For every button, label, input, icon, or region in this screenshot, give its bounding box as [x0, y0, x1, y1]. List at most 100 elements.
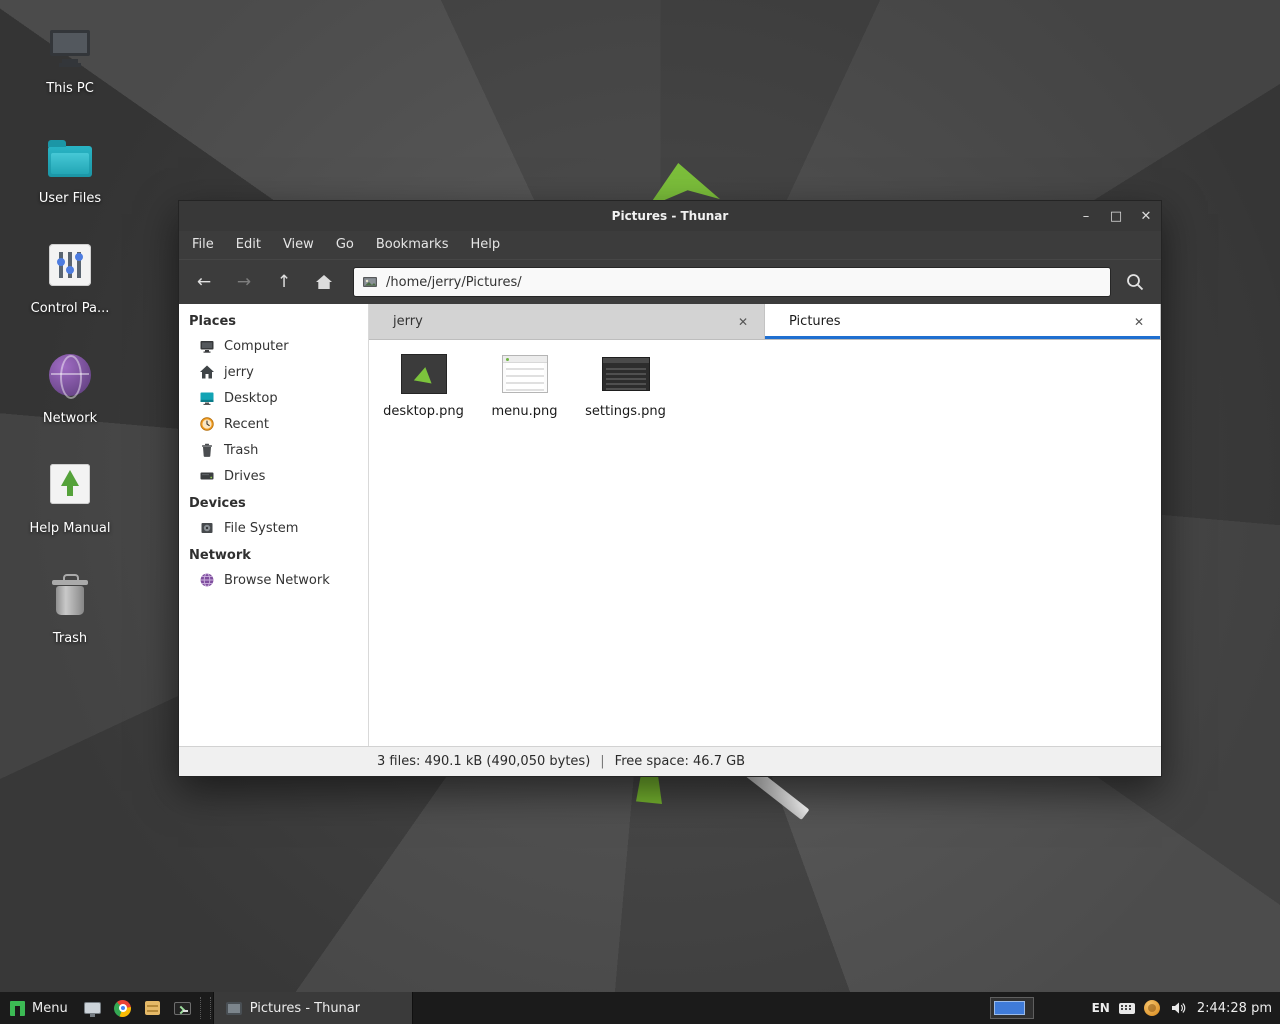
search-icon — [1125, 272, 1145, 292]
file-menu-png[interactable]: menu.png — [474, 350, 575, 419]
search-button[interactable] — [1117, 267, 1153, 297]
sidebar-item-label: Drives — [224, 469, 265, 484]
browser-launcher[interactable] — [108, 992, 138, 1024]
desktop-icon-network[interactable]: Network — [18, 354, 122, 426]
menu-file[interactable]: File — [181, 231, 225, 259]
file-desktop-png[interactable]: desktop.png — [373, 350, 474, 419]
sidebar-item-computer[interactable]: Computer — [179, 333, 368, 359]
keyboard-icon[interactable] — [1119, 1003, 1135, 1014]
globe-icon — [49, 354, 91, 396]
sidebar-item-recent[interactable]: Recent — [179, 411, 368, 437]
system-tray: EN 2:44:28 pm — [990, 997, 1280, 1019]
desktop-icon-label: User Files — [39, 191, 101, 206]
desktop-icon-control-panel[interactable]: Control Pa... — [18, 244, 122, 316]
menu-help[interactable]: Help — [459, 231, 511, 259]
forward-button[interactable]: → — [227, 267, 261, 297]
sidebar-item-label: Desktop — [224, 391, 278, 406]
desktop-icon-label: Trash — [53, 631, 87, 646]
close-button[interactable]: ✕ — [1131, 201, 1161, 231]
home-button[interactable] — [307, 267, 341, 297]
panel-separator — [200, 997, 211, 1019]
menu-go[interactable]: Go — [325, 231, 365, 259]
file-view[interactable]: desktop.png menu.png settings.png — [369, 340, 1161, 746]
sidebar-item-desktop[interactable]: Desktop — [179, 385, 368, 411]
thunar-window: Pictures - Thunar – □ ✕ File Edit View G… — [178, 200, 1162, 777]
path-bar[interactable]: /home/jerry/Pictures/ — [353, 267, 1111, 297]
home-icon — [315, 274, 333, 290]
status-separator: | — [600, 754, 604, 769]
sidebar-item-label: Recent — [224, 417, 269, 432]
settings-png-thumbnail — [602, 357, 650, 391]
desktop-icon-label: Control Pa... — [31, 301, 110, 316]
window-controls: – □ ✕ — [1065, 201, 1161, 231]
sidebar-item-home[interactable]: jerry — [179, 359, 368, 385]
thumbnail — [602, 352, 650, 396]
up-button[interactable]: ↑ — [267, 267, 301, 297]
computer-icon — [199, 338, 215, 354]
thunar-task-icon — [226, 1002, 242, 1015]
sidebar-header-network: Network — [179, 543, 368, 567]
sidebar-item-label: Browse Network — [224, 573, 330, 588]
menu-bookmarks[interactable]: Bookmarks — [365, 231, 460, 259]
workspace-pager[interactable] — [990, 997, 1034, 1019]
folder-icon — [48, 146, 92, 177]
tab-label: jerry — [393, 314, 734, 329]
sidebar-item-file-system[interactable]: File System — [179, 515, 368, 541]
pager-window-preview — [994, 1001, 1025, 1015]
desktop-icon-column: This PC User Files Control Pa... Network… — [18, 24, 122, 646]
toolbar: ← → ↑ /home/jerry/Pictures/ — [179, 259, 1161, 304]
sidebar-item-label: Computer — [224, 339, 289, 354]
desktop-icon-user-files[interactable]: User Files — [18, 134, 122, 206]
tab-close-button[interactable]: ✕ — [1130, 313, 1148, 331]
drive-icon — [199, 468, 215, 484]
desktop-icon-label: This PC — [46, 81, 94, 96]
desktop-png-thumbnail — [401, 354, 447, 394]
sidebar-item-label: File System — [224, 521, 298, 536]
notification-tray-icon[interactable] — [1144, 1000, 1160, 1016]
home-icon — [199, 364, 215, 380]
computer-icon — [50, 30, 90, 56]
clock-icon — [199, 416, 215, 432]
file-manager-icon — [145, 1001, 160, 1015]
desktop-icon-trash[interactable]: Trash — [18, 574, 122, 646]
control-panel-icon — [49, 244, 91, 286]
quick-launchers — [78, 992, 198, 1024]
volume-icon[interactable] — [1169, 999, 1187, 1017]
applications-menu-button[interactable]: Menu — [0, 992, 78, 1024]
minimize-button[interactable]: – — [1071, 201, 1101, 231]
sidebar-item-label: jerry — [224, 365, 254, 380]
terminal-launcher[interactable] — [168, 992, 198, 1024]
sidebar-item-drives[interactable]: Drives — [179, 463, 368, 489]
tab-close-button[interactable]: ✕ — [734, 313, 752, 331]
keyboard-layout-indicator[interactable]: EN — [1092, 1001, 1110, 1015]
tab-pictures[interactable]: Pictures ✕ — [765, 304, 1161, 339]
tab-jerry[interactable]: jerry ✕ — [369, 304, 765, 339]
menu-png-thumbnail — [502, 355, 548, 393]
tab-label: Pictures — [789, 314, 1130, 329]
desktop-icon-help-manual[interactable]: Help Manual — [18, 464, 122, 536]
sidebar-item-browse-network[interactable]: Browse Network — [179, 567, 368, 593]
sidebar-item-label: Trash — [224, 443, 258, 458]
clock[interactable]: 2:44:28 pm — [1197, 1001, 1272, 1016]
window-titlebar[interactable]: Pictures - Thunar – □ ✕ — [179, 201, 1161, 231]
desktop-icon-this-pc[interactable]: This PC — [18, 24, 122, 96]
taskbar-task-thunar[interactable]: Pictures - Thunar — [213, 992, 413, 1024]
back-button[interactable]: ← — [187, 267, 221, 297]
file-system-icon — [199, 520, 215, 536]
show-desktop-button[interactable] — [78, 992, 108, 1024]
tab-bar: jerry ✕ Pictures ✕ — [369, 304, 1161, 340]
speaker-icon — [1170, 1000, 1186, 1016]
file-name: menu.png — [491, 404, 557, 419]
globe-icon — [199, 572, 215, 588]
window-body: Places Computer jerry Desktop Recent Tra… — [179, 304, 1161, 746]
maximize-button[interactable]: □ — [1101, 201, 1131, 231]
task-label: Pictures - Thunar — [250, 1001, 360, 1016]
sidebar-item-trash[interactable]: Trash — [179, 437, 368, 463]
thumbnail — [502, 352, 548, 396]
menu-view[interactable]: View — [272, 231, 325, 259]
file-manager-launcher[interactable] — [138, 992, 168, 1024]
desktop-icon-label: Network — [43, 411, 97, 426]
file-name: settings.png — [585, 404, 666, 419]
menu-edit[interactable]: Edit — [225, 231, 272, 259]
file-settings-png[interactable]: settings.png — [575, 350, 676, 419]
